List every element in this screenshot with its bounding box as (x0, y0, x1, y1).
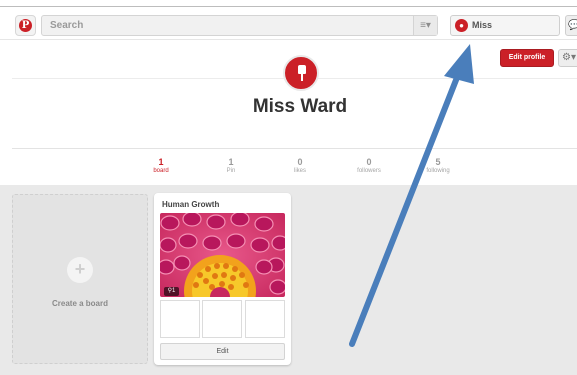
stat-value: 0 (366, 157, 372, 167)
board-title: Human Growth (162, 200, 220, 209)
messages-button[interactable]: 💬 (565, 15, 577, 36)
create-board-tile[interactable]: + Create a board (12, 194, 148, 364)
stat-value: 1 (228, 157, 234, 167)
stat-label: likes (293, 168, 306, 174)
menu-lines-icon: ≡▾ (420, 20, 431, 31)
stat-label: following (426, 168, 450, 174)
stat-pins[interactable]: 1 Pin (201, 157, 261, 176)
divider (12, 148, 577, 149)
board-cover-image[interactable]: ⚲1 (160, 213, 285, 297)
edit-profile-button[interactable]: Edit profile (500, 49, 554, 67)
profile-stats: 1 board 1 Pin 0 likes 0 followers 5 foll… (0, 157, 577, 179)
plus-icon: + (67, 257, 93, 283)
cell-artwork-image (160, 213, 285, 297)
stat-value: 5 (435, 157, 441, 167)
stat-boards[interactable]: 1 board (131, 157, 191, 176)
stat-label: Pin (226, 168, 236, 174)
stat-followers[interactable]: 0 followers (339, 157, 399, 176)
profile-name: Miss Ward (252, 96, 348, 117)
edit-board-button[interactable]: Edit (160, 343, 285, 360)
user-avatar-icon: ● (455, 19, 468, 32)
user-profile-button[interactable]: ● Miss (450, 15, 560, 36)
stat-value: 0 (297, 157, 303, 167)
create-board-label: Create a board (51, 299, 109, 308)
pin-count-badge: ⚲1 (164, 287, 179, 296)
board-thumbnail-empty (245, 300, 285, 338)
stat-label: board (153, 168, 169, 174)
stat-value: 1 (158, 157, 164, 167)
pinterest-p-icon: P (19, 19, 32, 32)
speech-bubble-icon: 💬 (568, 20, 577, 31)
gear-icon: ⚙▾ (562, 52, 576, 63)
board-thumbnail-empty (202, 300, 242, 338)
search-box: ≡▾ (41, 15, 438, 36)
boards-grid: + Create a board Human Growth ⚲1 Edit (0, 185, 577, 375)
pushpin-icon (298, 65, 306, 81)
board-thumbnail-empty (160, 300, 200, 338)
stat-likes[interactable]: 0 likes (270, 157, 330, 176)
top-nav-bar: P ≡▾ ● Miss 💬 (0, 6, 577, 40)
menu-button[interactable]: ≡▾ (413, 16, 437, 35)
search-input[interactable] (42, 16, 414, 35)
settings-button[interactable]: ⚙▾ (558, 49, 577, 67)
stat-following[interactable]: 5 following (408, 157, 468, 176)
pinterest-logo-icon[interactable]: P (15, 15, 36, 36)
user-name: Miss (472, 20, 493, 30)
stat-label: followers (357, 168, 381, 174)
pin-count: 1 (172, 288, 176, 294)
board-card[interactable]: Human Growth ⚲1 Edit (154, 193, 291, 365)
profile-avatar[interactable] (283, 55, 319, 91)
